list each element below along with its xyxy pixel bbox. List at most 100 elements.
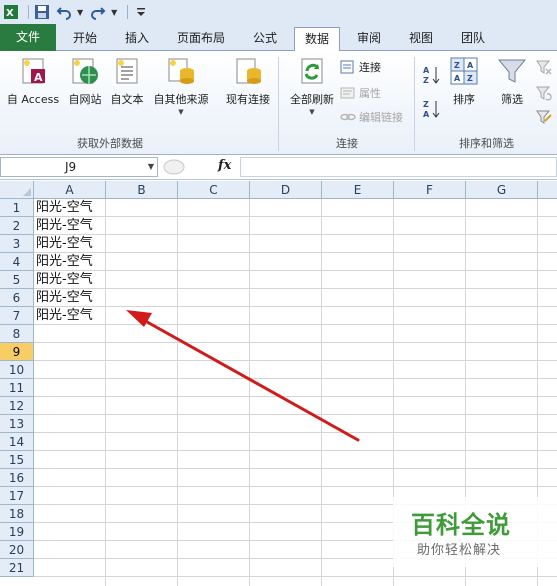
row-header-selected[interactable]: 9 — [0, 343, 34, 361]
row-header[interactable]: 5 — [0, 271, 34, 289]
tab-data[interactable]: 数据 — [294, 27, 340, 52]
from-access-button[interactable]: A 自 Access — [4, 55, 62, 107]
svg-text:A: A — [467, 61, 474, 70]
quick-access-toolbar: X ▼ ▼ — [0, 0, 557, 24]
grid-line — [34, 324, 557, 325]
reapply-filter-button[interactable] — [536, 83, 555, 103]
tab-team[interactable]: 团队 — [450, 27, 496, 51]
svg-text:Z: Z — [423, 76, 429, 85]
customize-icon[interactable] — [132, 3, 150, 21]
grid-line — [34, 216, 557, 217]
tab-file[interactable]: 文件 — [0, 24, 56, 51]
grid-line — [34, 450, 557, 451]
row-header[interactable]: 3 — [0, 235, 34, 253]
tab-insert[interactable]: 插入 — [114, 27, 160, 51]
filter-button[interactable]: 筛选 — [494, 55, 530, 107]
svg-text:Z: Z — [423, 100, 429, 109]
cell-a3[interactable]: 阳光-空气 — [36, 235, 93, 253]
row-header[interactable]: 8 — [0, 325, 34, 343]
column-header-b[interactable]: B — [106, 181, 178, 199]
sort-descending-button[interactable]: ZA — [422, 99, 442, 119]
row-header[interactable]: 4 — [0, 253, 34, 271]
grid-line — [34, 342, 557, 343]
cell-a5[interactable]: 阳光-空气 — [36, 271, 93, 289]
column-header-a[interactable]: A — [34, 181, 106, 199]
row-header[interactable]: 10 — [0, 361, 34, 379]
grid-line — [34, 414, 557, 415]
formula-bar: J9 ▼ fx — [0, 155, 557, 180]
sort-az-icon: AZ — [423, 66, 440, 85]
from-other-sources-button[interactable]: 自其他来源 ▼ — [148, 55, 214, 116]
connections-icon — [340, 60, 354, 74]
cell-a2[interactable]: 阳光-空气 — [36, 217, 93, 235]
column-header-d[interactable]: D — [250, 181, 322, 199]
row-header[interactable]: 18 — [0, 505, 34, 523]
column-header-f[interactable]: F — [394, 181, 466, 199]
grid-line — [34, 432, 557, 433]
formula-input[interactable] — [240, 157, 557, 177]
insert-function-icon[interactable]: fx — [218, 158, 231, 173]
sort-button[interactable]: ZAAZ 排序 — [446, 55, 482, 107]
clear-filter-button[interactable] — [536, 57, 555, 77]
svg-text:A: A — [454, 74, 461, 83]
watermark-subtitle: 助你轻松解决 — [417, 543, 502, 558]
svg-text:A: A — [423, 66, 430, 75]
tab-formulas[interactable]: 公式 — [242, 27, 288, 51]
row-header[interactable]: 1 — [0, 199, 34, 217]
row-header[interactable]: 17 — [0, 487, 34, 505]
advanced-filter-button[interactable] — [536, 107, 555, 127]
sort-ascending-button[interactable]: AZ — [422, 65, 442, 85]
save-icon[interactable] — [33, 3, 51, 21]
column-header-e[interactable]: E — [322, 181, 394, 199]
existing-connections-button[interactable]: 现有连接 — [222, 55, 274, 107]
row-header[interactable]: 15 — [0, 451, 34, 469]
tab-view[interactable]: 视图 — [398, 27, 444, 51]
tab-review[interactable]: 审阅 — [346, 27, 392, 51]
svg-text:Z: Z — [467, 74, 473, 83]
row-header[interactable]: 11 — [0, 379, 34, 397]
select-all-corner[interactable] — [0, 181, 34, 199]
cell-a1[interactable]: 阳光-空气 — [36, 199, 93, 217]
redo-dropdown-icon[interactable]: ▼ — [111, 8, 117, 17]
grid-line — [105, 199, 106, 586]
row-header[interactable]: 13 — [0, 415, 34, 433]
text-file-icon — [116, 58, 138, 84]
access-icon: A — [22, 58, 45, 84]
refresh-all-button[interactable]: 全部刷新 ▼ — [284, 55, 340, 116]
excel-icon[interactable]: X — [2, 3, 20, 21]
column-header-partial[interactable] — [538, 181, 557, 199]
reapply-icon — [536, 86, 552, 101]
tab-page-layout[interactable]: 页面布局 — [166, 27, 236, 51]
row-header[interactable]: 19 — [0, 523, 34, 541]
existing-connections-icon — [236, 58, 261, 84]
properties-button[interactable]: 属性 — [340, 83, 381, 103]
row-header[interactable]: 14 — [0, 433, 34, 451]
row-header[interactable]: 6 — [0, 289, 34, 307]
edit-links-button[interactable]: 编辑链接 — [340, 107, 403, 127]
row-header[interactable]: 16 — [0, 469, 34, 487]
svg-text:X: X — [6, 8, 14, 19]
cell-a6[interactable]: 阳光-空气 — [36, 289, 93, 307]
undo-icon[interactable] — [55, 3, 73, 21]
cell-a7[interactable]: 阳光-空气 — [36, 307, 93, 325]
dropdown-arrow-icon: ▼ — [309, 108, 315, 116]
connections-button[interactable]: 连接 — [340, 57, 381, 77]
toolbar-separator — [127, 5, 129, 19]
expand-handle-icon[interactable] — [162, 158, 186, 176]
redo-icon[interactable] — [89, 3, 107, 21]
name-box-value: J9 — [65, 160, 77, 174]
from-text-button[interactable]: 自文本 — [106, 55, 148, 107]
row-header[interactable]: 2 — [0, 217, 34, 235]
name-box[interactable]: J9 ▼ — [0, 157, 158, 177]
undo-dropdown-icon[interactable]: ▼ — [77, 8, 83, 17]
row-header[interactable]: 7 — [0, 307, 34, 325]
row-header[interactable]: 20 — [0, 541, 34, 559]
from-web-button[interactable]: 自网站 — [64, 55, 106, 107]
column-header-g[interactable]: G — [466, 181, 538, 199]
row-header[interactable]: 21 — [0, 559, 34, 577]
row-header[interactable]: 12 — [0, 397, 34, 415]
name-box-dropdown-icon[interactable]: ▼ — [148, 158, 154, 176]
tab-home[interactable]: 开始 — [60, 27, 110, 51]
column-header-c[interactable]: C — [178, 181, 250, 199]
cell-a4[interactable]: 阳光-空气 — [36, 253, 93, 271]
